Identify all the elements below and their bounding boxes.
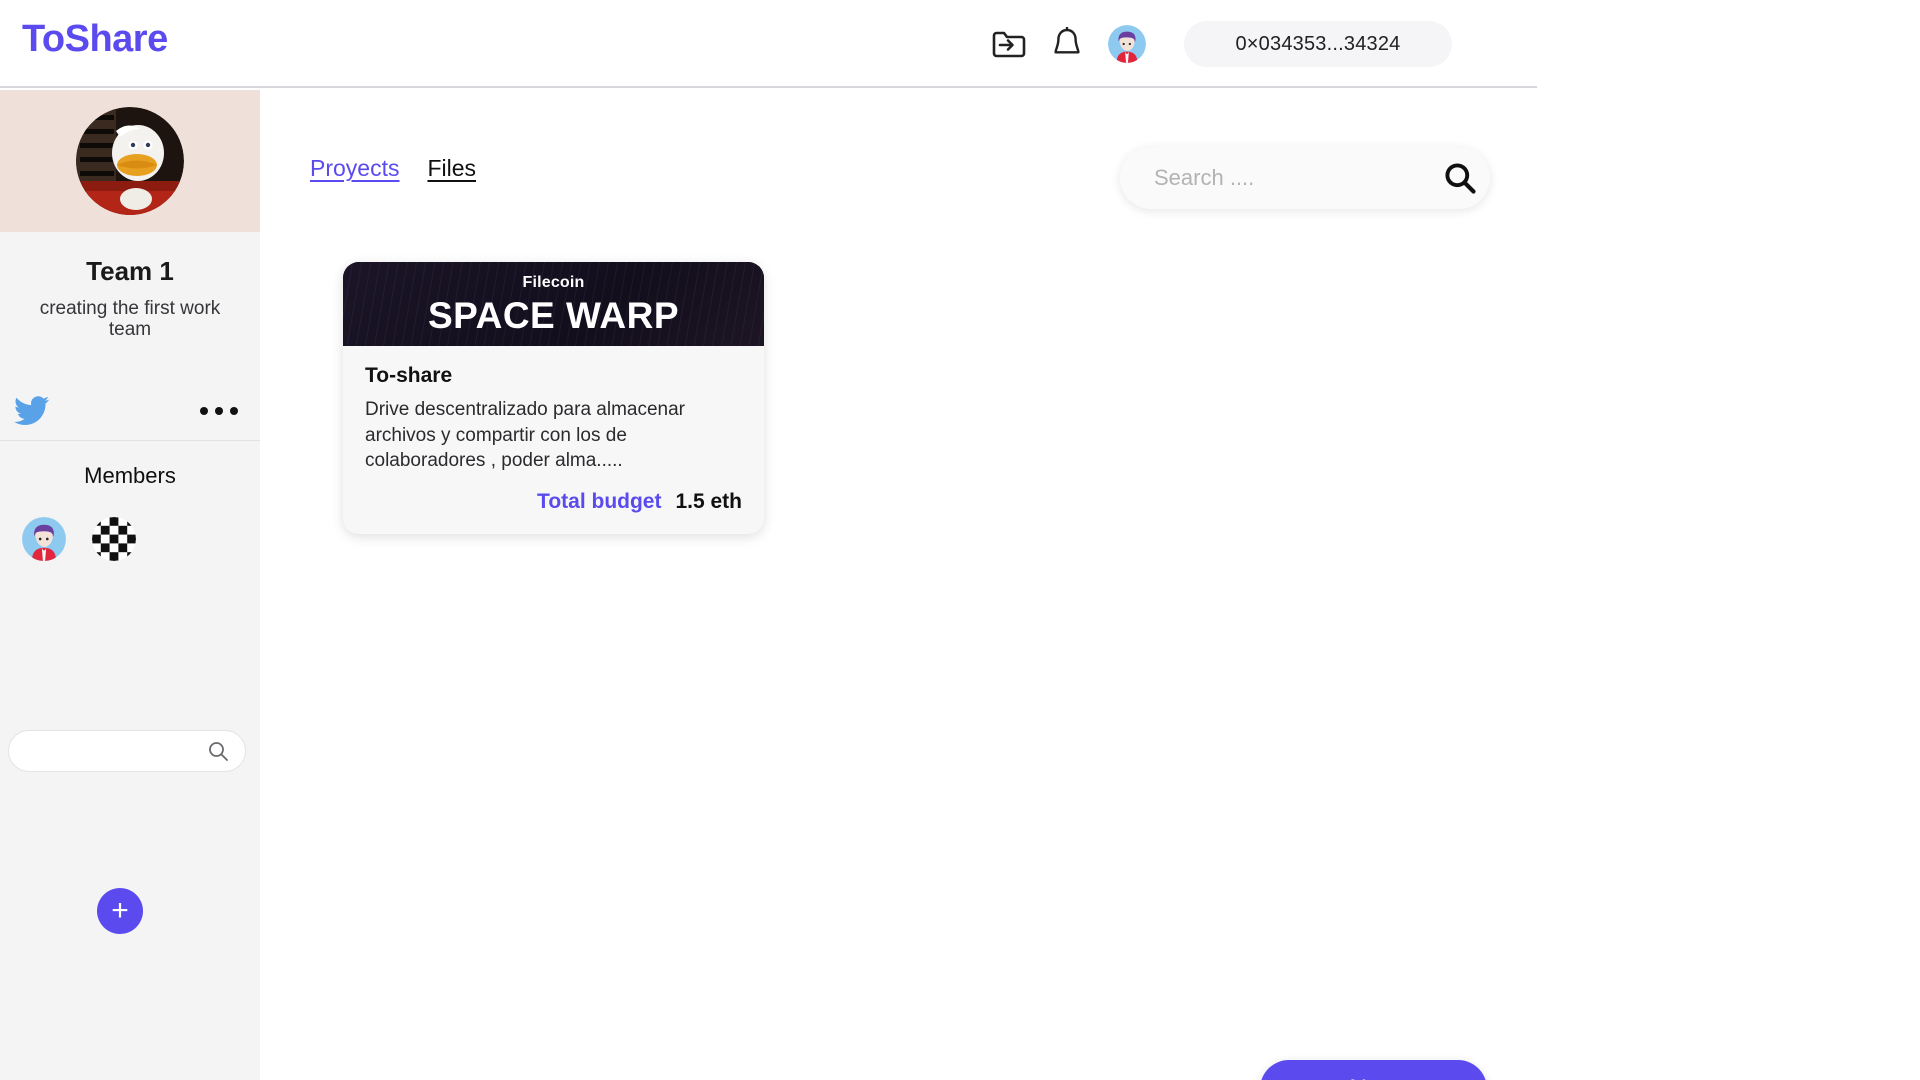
app-logo[interactable]: ToShare: [22, 17, 168, 63]
project-card-footer: Total budget 1.5 eth: [365, 490, 742, 514]
project-card-grid: Filecoin SPACE WARP To-share Drive desce…: [343, 262, 764, 534]
folder-export-icon[interactable]: [980, 18, 1038, 70]
sidebar-search-wrapper: [8, 730, 246, 772]
project-card-body: To-share Drive descentralizado para alma…: [343, 346, 764, 534]
member-avatar-1[interactable]: [22, 516, 66, 561]
member-avatar-2[interactable]: [92, 516, 136, 561]
more-options-icon[interactable]: [194, 399, 244, 423]
project-card-budget-label: Total budget: [537, 489, 662, 513]
bell-icon[interactable]: [1038, 18, 1096, 70]
team-avatar[interactable]: [76, 107, 184, 215]
tab-files[interactable]: Files: [427, 155, 476, 182]
app-root: ToShare 0×034353...34324 Team 1 creating…: [0, 0, 1920, 1080]
search-icon[interactable]: [1442, 160, 1512, 196]
members-heading: Members: [84, 462, 176, 488]
new-button[interactable]: New: [1260, 1060, 1487, 1080]
twitter-icon[interactable]: [8, 390, 56, 432]
search-icon[interactable]: [206, 739, 230, 768]
project-card-budget-value: 1.5 eth: [675, 489, 742, 513]
team-social-row: [0, 383, 260, 441]
add-button[interactable]: +: [97, 888, 143, 934]
team-banner: [0, 90, 260, 232]
project-card-banner: Filecoin SPACE WARP: [343, 262, 764, 346]
main-search-wrapper: [1120, 147, 1490, 209]
app-header: ToShare 0×034353...34324: [0, 0, 1537, 88]
project-card-banner-title: SPACE WARP: [427, 294, 679, 336]
project-card-description: Drive descentralizado para almacenar arc…: [365, 399, 685, 472]
members-list: [0, 516, 260, 561]
project-card-banner-eyebrow: Filecoin: [522, 273, 585, 291]
tab-proyects[interactable]: Proyects: [310, 155, 399, 182]
sidebar: Team 1 creating the first work team Memb…: [0, 90, 260, 1080]
main-content: Proyects Files Filecoin SPACE WARP To-sh…: [260, 90, 1537, 1080]
tab-bar: Proyects Files: [310, 155, 476, 182]
project-card-title: To-share: [365, 364, 453, 387]
team-name: Team 1: [86, 256, 174, 286]
wallet-address-pill[interactable]: 0×034353...34324: [1184, 21, 1452, 67]
plus-icon: +: [111, 894, 129, 927]
header-actions: 0×034353...34324: [980, 18, 1452, 70]
team-description: creating the first work team: [39, 298, 221, 340]
search-input[interactable]: [1120, 147, 1442, 209]
project-card[interactable]: Filecoin SPACE WARP To-share Drive desce…: [343, 262, 764, 534]
user-avatar[interactable]: [1108, 25, 1146, 63]
